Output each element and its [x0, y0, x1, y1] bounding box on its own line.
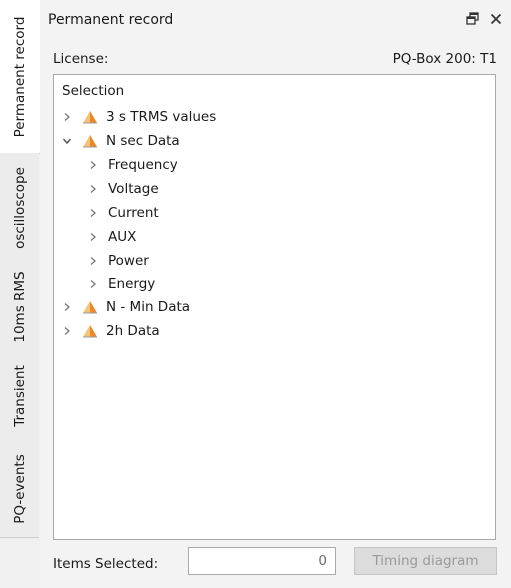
- timing-diagram-button[interactable]: Timing diagram: [354, 547, 497, 575]
- orange-triangle-icon: [83, 135, 97, 148]
- tree-node-voltage[interactable]: Voltage: [86, 178, 159, 200]
- tab-label: oscilloscope: [11, 167, 28, 249]
- tree-node-label: Frequency: [108, 157, 178, 173]
- chevron-right-icon[interactable]: [86, 184, 100, 194]
- chevron-right-icon[interactable]: [86, 160, 100, 170]
- chevron-right-icon[interactable]: [60, 326, 74, 336]
- close-icon[interactable]: [487, 10, 505, 28]
- tree-node-label: N sec Data: [106, 133, 180, 149]
- tree-node-label: 2h Data: [106, 323, 160, 339]
- chevron-right-icon[interactable]: [86, 256, 100, 266]
- orange-triangle-icon: [83, 111, 97, 124]
- tree-node-2h-data[interactable]: 2h Data: [60, 320, 160, 342]
- tree-node-n-min-data[interactable]: N - Min Data: [60, 296, 190, 318]
- orange-triangle-icon: [83, 301, 97, 314]
- license-value: PQ-Box 200: T1: [392, 51, 497, 67]
- tree-header: Selection: [62, 83, 125, 99]
- tab-label: Permanent record: [12, 16, 28, 137]
- tab-label: 10ms RMS: [11, 271, 28, 343]
- tree-node-label: Current: [108, 205, 159, 221]
- float-window-icon[interactable]: [464, 10, 482, 28]
- tab-label: Transient: [11, 364, 28, 427]
- tab-transient[interactable]: Transient: [0, 351, 39, 441]
- items-selected-label: Items Selected:: [53, 556, 159, 572]
- panel-title: Permanent record: [48, 12, 174, 28]
- tree-node-label: 3 s TRMS values: [106, 109, 217, 125]
- tree-node-aux[interactable]: AUX: [86, 226, 136, 248]
- items-selected-count: 0: [188, 547, 336, 575]
- tree-node-energy[interactable]: Energy: [86, 273, 155, 295]
- tab-pq-events[interactable]: PQ-events: [0, 440, 39, 538]
- tree-node-n-sec-data[interactable]: N sec Data: [60, 130, 180, 152]
- license-label: License:: [53, 51, 109, 67]
- permanent-record-panel: Permanent record License: PQ-Box 200: T1…: [40, 0, 511, 588]
- tree-node-label: AUX: [108, 229, 137, 245]
- vertical-tab-strip: Permanent record oscilloscope 10ms RMS T…: [0, 0, 41, 588]
- tree-node-current[interactable]: Current: [86, 202, 159, 224]
- tree-node-label: Power: [108, 253, 149, 269]
- chevron-right-icon[interactable]: [86, 232, 100, 242]
- chevron-right-icon[interactable]: [60, 112, 74, 122]
- chevron-right-icon[interactable]: [86, 279, 100, 289]
- tab-permanent-record[interactable]: Permanent record: [0, 0, 40, 154]
- panel-title-bar: Permanent record: [40, 0, 511, 40]
- tab-label: PQ-events: [11, 453, 28, 524]
- orange-triangle-icon: [83, 325, 97, 338]
- chevron-right-icon[interactable]: [86, 208, 100, 218]
- selection-tree[interactable]: Selection 3 s TRMS values N sec Data Fre…: [53, 74, 496, 540]
- tree-node-label: Energy: [108, 276, 156, 292]
- tree-node-3s-trms[interactable]: 3 s TRMS values: [60, 106, 216, 128]
- tree-node-frequency[interactable]: Frequency: [86, 154, 178, 176]
- tree-node-power[interactable]: Power: [86, 250, 149, 272]
- tree-node-label: Voltage: [108, 181, 159, 197]
- chevron-right-icon[interactable]: [60, 302, 74, 312]
- tree-node-label: N - Min Data: [106, 299, 191, 315]
- chevron-down-icon[interactable]: [60, 137, 74, 145]
- tab-10ms-rms[interactable]: 10ms RMS: [0, 263, 39, 352]
- tab-oscilloscope[interactable]: oscilloscope: [0, 153, 39, 264]
